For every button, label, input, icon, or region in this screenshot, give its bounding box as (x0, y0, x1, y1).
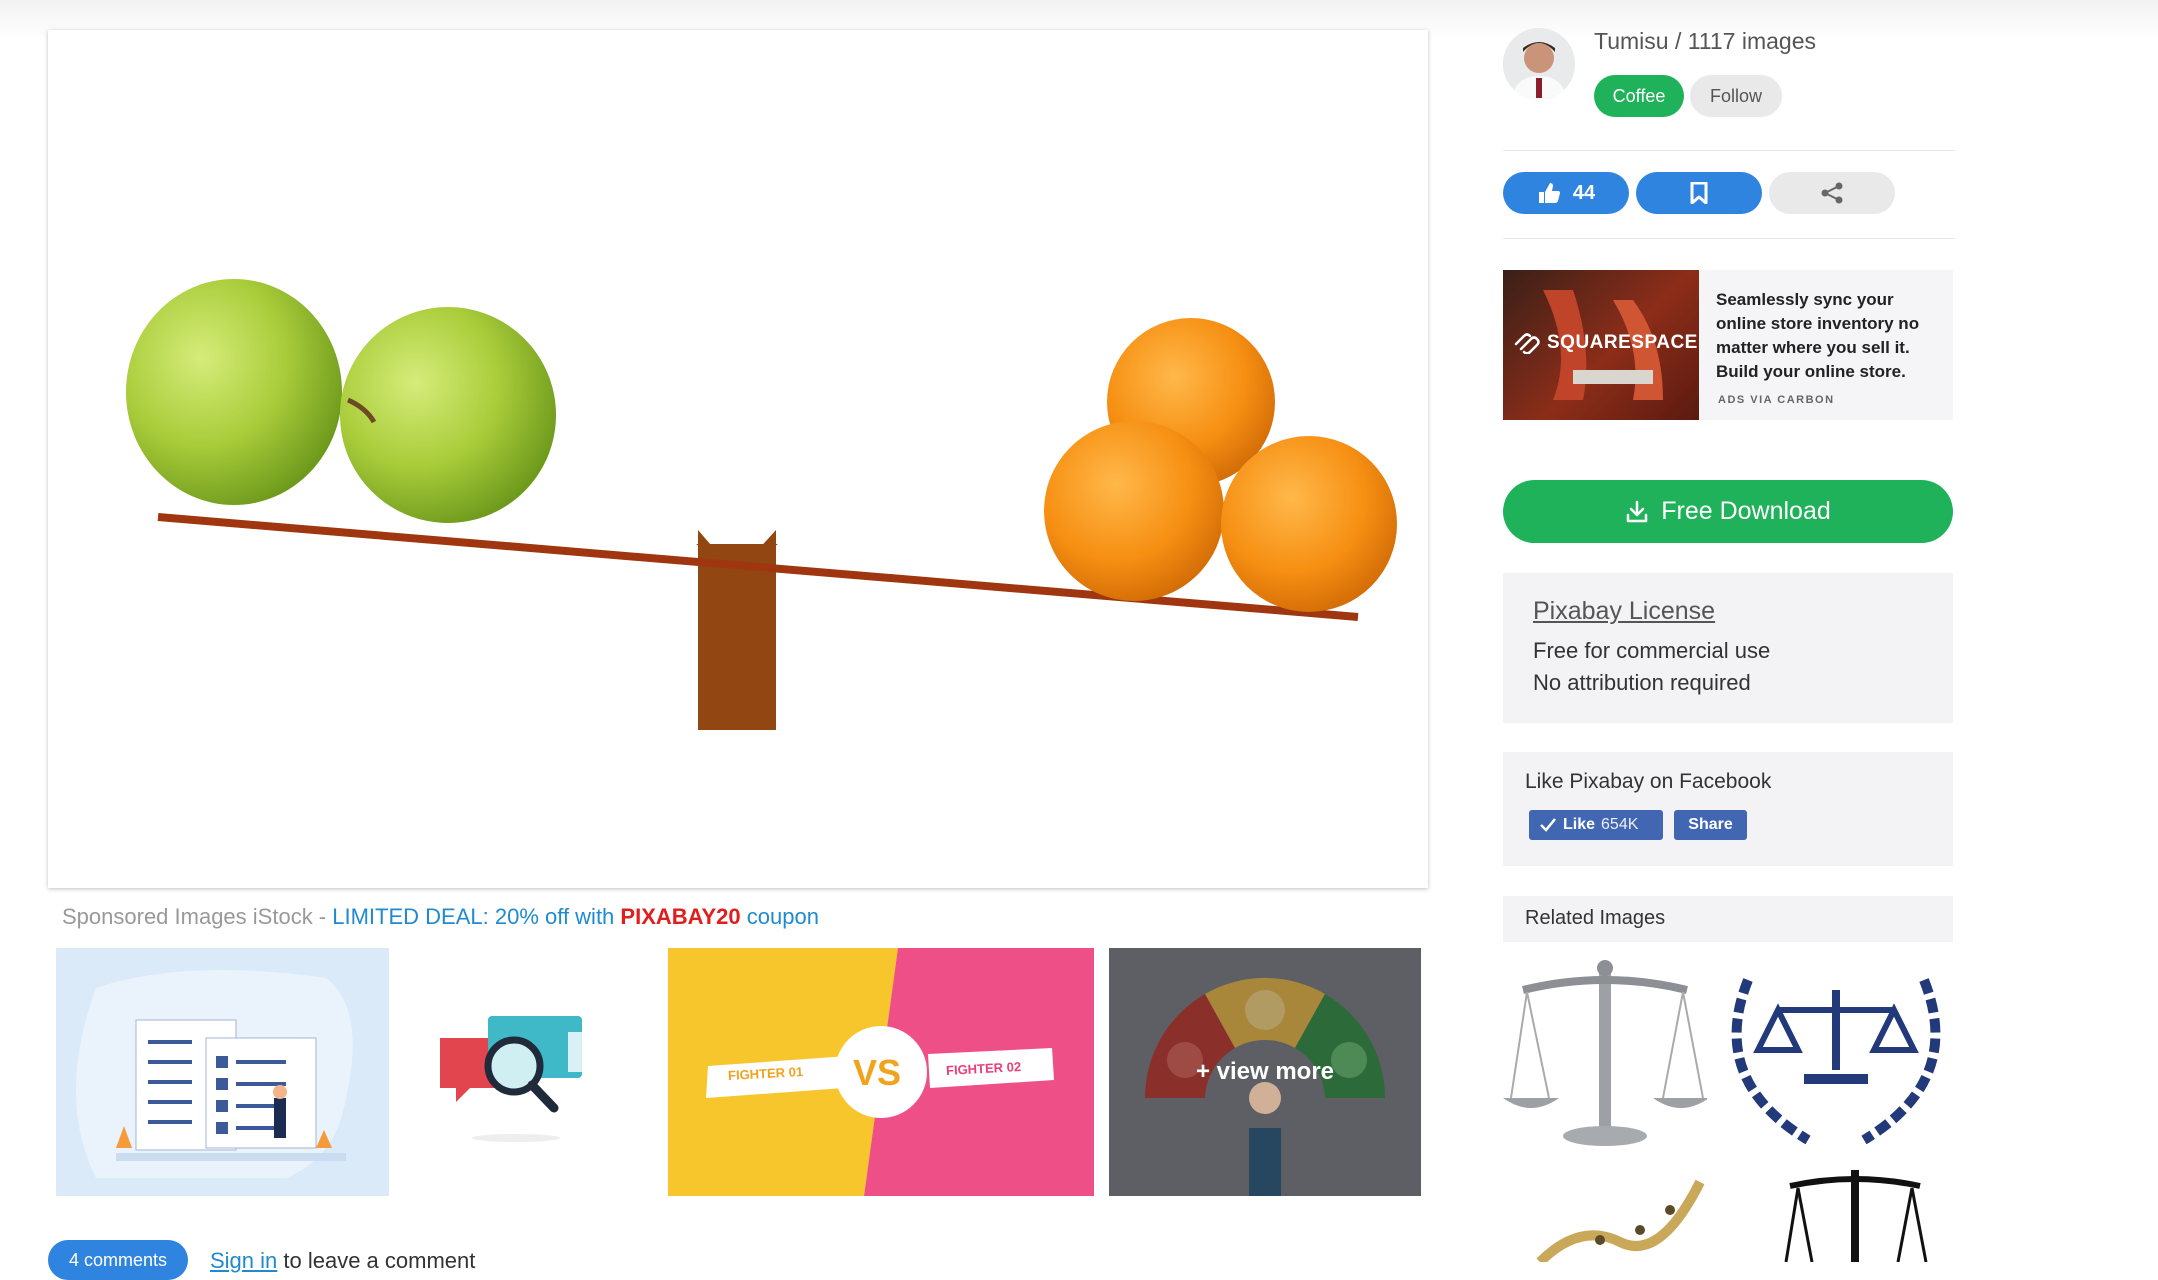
signin-link[interactable]: Sign in (210, 1248, 277, 1273)
vs-label: VS (853, 1052, 902, 1093)
related-image-silver-scale[interactable] (1503, 950, 1707, 1154)
ad-image[interactable]: SQUARESPACE (1503, 270, 1699, 420)
related-images-title: Related Images (1525, 907, 1666, 929)
author-name-line[interactable]: Tumisu / 1117 images (1594, 28, 1816, 55)
black-scale-picture (1784, 1170, 1928, 1262)
facebook-box: Like Pixabay on Facebook Like 654K Share (1503, 752, 1953, 866)
license-line2: No attribution required (1533, 670, 1751, 695)
author-avatar[interactable] (1503, 28, 1575, 100)
carbon-ad[interactable]: SQUARESPACE Seamlessly sync your online … (1503, 270, 1953, 420)
related-image-music-notes[interactable] (1530, 1170, 1710, 1262)
sponsored-thumb-checklist[interactable] (56, 948, 389, 1196)
related-image-justice-emblem[interactable] (1718, 950, 1954, 1154)
oranges (1044, 318, 1397, 612)
license-line1: Free for commercial use (1533, 638, 1771, 663)
bookmark-button[interactable] (1636, 172, 1762, 214)
download-icon (1626, 500, 1648, 522)
ad-text[interactable]: Seamlessly sync your online store invent… (1716, 288, 1944, 384)
related-images-header: Related Images (1503, 896, 1953, 942)
free-download-button[interactable]: Free Download (1503, 480, 1953, 543)
coupon-suffix[interactable]: coupon (741, 904, 819, 929)
signin-rest: to leave a comment (277, 1248, 476, 1273)
like-button[interactable]: 44 (1503, 172, 1629, 214)
bookmark-icon (1690, 182, 1708, 204)
view-more-label[interactable]: + view more (1109, 948, 1421, 1196)
coupon-code[interactable]: PIXABAY20 (620, 904, 740, 929)
squarespace-icon (1514, 333, 1540, 354)
follow-button[interactable]: Follow (1690, 75, 1782, 117)
apples (126, 279, 556, 523)
squarespace-logo: SQUARESPACE (1513, 332, 1698, 354)
facebook-like-label: Like (1563, 816, 1596, 833)
related-image-black-scale[interactable] (1780, 1166, 1930, 1262)
seesaw-illustration (126, 279, 1397, 730)
free-download-label: Free Download (1661, 497, 1831, 525)
divider (1503, 238, 1955, 239)
ad-brand: SQUARESPACE (1547, 332, 1698, 353)
search-chat-illustration (428, 948, 628, 1196)
divider (1503, 150, 1955, 151)
avatar-portrait (1503, 28, 1575, 100)
signin-line: Sign in to leave a comment (210, 1248, 475, 1274)
comments-button[interactable]: 4 comments (48, 1240, 188, 1280)
thumbs-up-icon (1538, 183, 1560, 203)
license-link[interactable]: Pixabay License (1533, 597, 1715, 626)
coffee-button[interactable]: Coffee (1594, 75, 1684, 117)
sponsored-line: Sponsored Images iStock - LIMITED DEAL: … (62, 904, 819, 930)
sponsored-prefix: Sponsored Images iStock - (62, 904, 333, 929)
main-image[interactable] (48, 30, 1428, 888)
sponsored-thumb-versus[interactable]: FIGHTER 01 VS FIGHTER 02 (668, 948, 1094, 1196)
facebook-title: Like Pixabay on Facebook (1525, 770, 1772, 793)
ads-via-carbon[interactable]: ADS VIA CARBON (1718, 394, 1835, 406)
license-box: Pixabay License Free for commercial use … (1503, 573, 1953, 723)
facebook-like-button[interactable]: Like 654K (1529, 810, 1663, 840)
sponsored-thumb-search-chat[interactable] (428, 948, 628, 1196)
facebook-like-count: 654K (1601, 816, 1639, 833)
music-notes-picture (1536, 1179, 1705, 1262)
check-icon (1540, 818, 1556, 832)
share-button[interactable] (1769, 172, 1895, 214)
justice-emblem-picture (1731, 978, 1941, 1145)
like-count: 44 (1572, 181, 1596, 204)
checklist-illustration (56, 948, 389, 1196)
silver-scale-picture (1503, 960, 1707, 1146)
deal-link[interactable]: LIMITED DEAL: 20% off with (332, 904, 620, 929)
sponsored-thumb-feedback[interactable]: + view more (1109, 948, 1421, 1196)
share-icon (1821, 182, 1843, 204)
facebook-share-button[interactable]: Share (1674, 810, 1747, 840)
